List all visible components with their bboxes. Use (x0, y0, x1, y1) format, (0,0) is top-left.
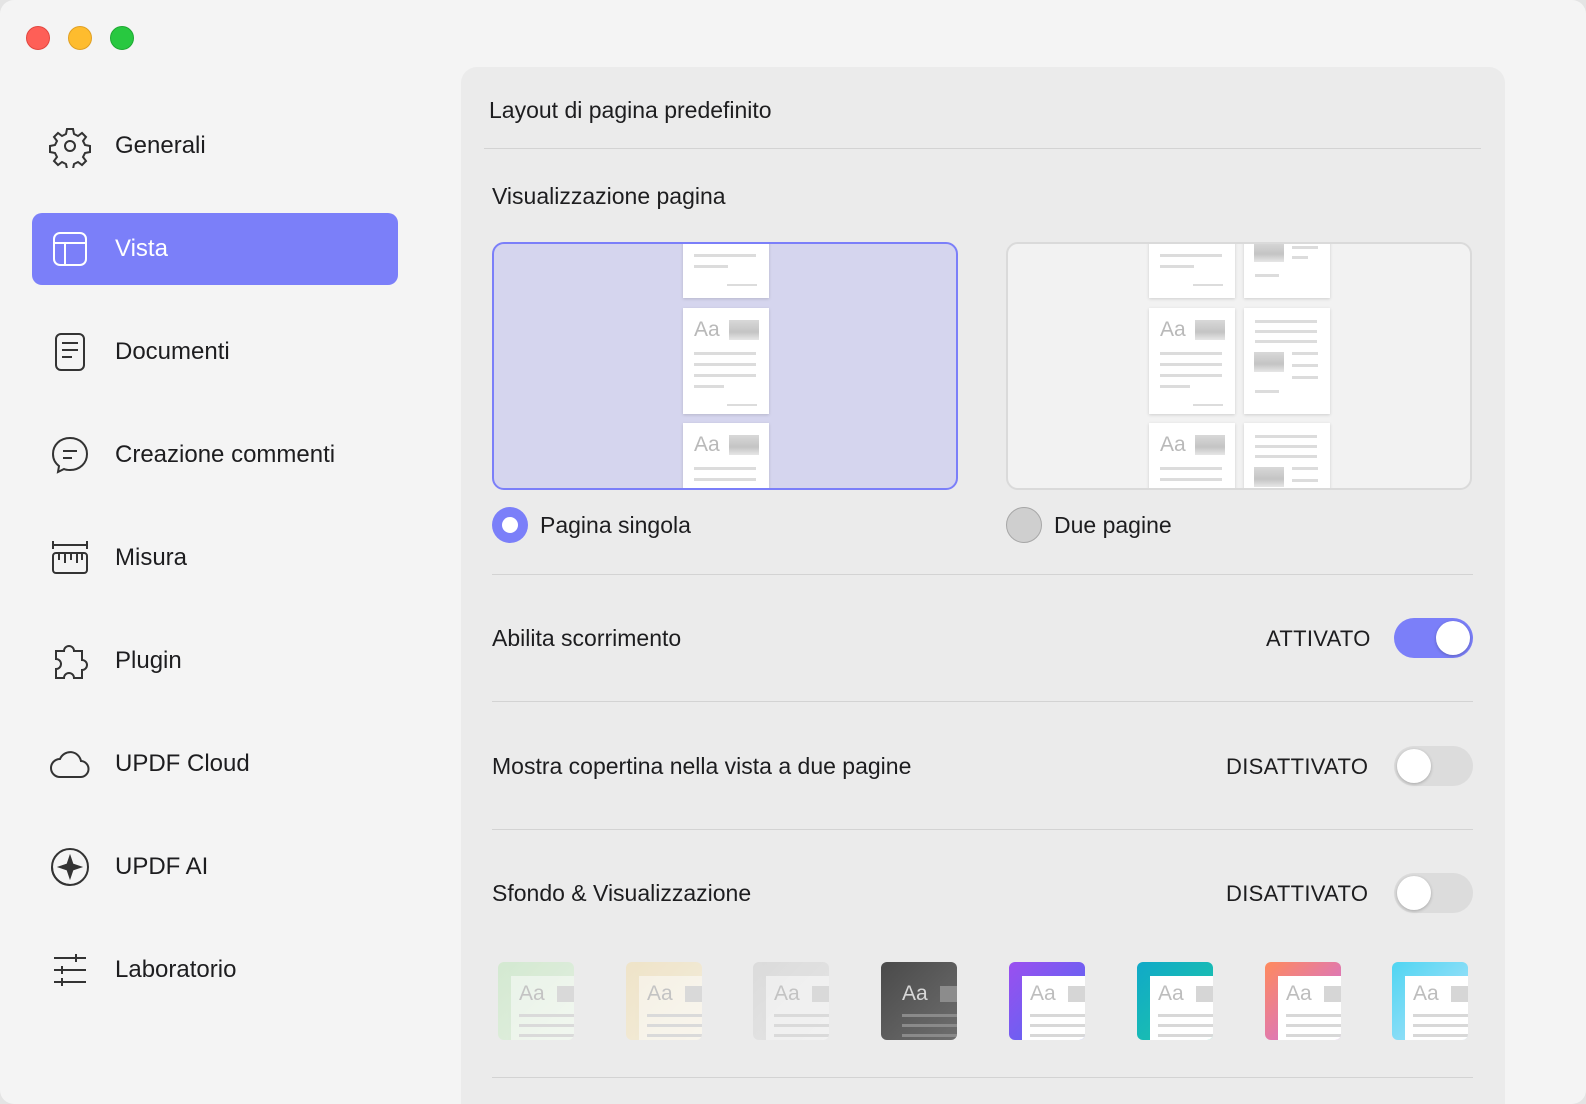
single-page-label: Pagina singola (540, 511, 691, 538)
sidebar-item-label: Generali (115, 132, 206, 159)
ruler-icon (48, 536, 92, 580)
preferences-window: Generali Vista Documenti Creazione comme… (0, 0, 1586, 1104)
background-toggle[interactable] (1394, 873, 1473, 913)
background-setting-label: Sfondo & Visualizzazione (492, 880, 752, 906)
divider (492, 829, 1473, 830)
divider (492, 574, 1473, 575)
page-thumbnail (1244, 308, 1330, 414)
layout-icon (48, 227, 92, 271)
sidebar-item-misura[interactable]: Misura (32, 522, 398, 594)
page-thumbnail (1244, 244, 1330, 298)
sidebar-item-label: Vista (115, 235, 168, 262)
comment-icon (48, 433, 92, 477)
single-page-option[interactable]: Pagina singola (492, 507, 691, 543)
two-pages-label: Due pagine (1054, 511, 1172, 538)
theme-swatch-light-gray[interactable]: Aa (753, 962, 829, 1040)
theme-swatch-teal[interactable]: Aa (1137, 962, 1213, 1040)
theme-swatch-purple-blue[interactable]: Aa (1009, 962, 1085, 1040)
cover-setting-label: Mostra copertina nella vista a due pagin… (492, 753, 912, 779)
panel-title: Layout di pagina predefinito (489, 97, 772, 123)
two-pages-option[interactable]: Due pagine (1006, 507, 1172, 543)
sidebar-item-updf-ai[interactable]: UPDF AI (32, 831, 398, 903)
sidebar-item-label: Documenti (115, 338, 230, 365)
window-controls (26, 26, 134, 50)
scroll-toggle[interactable] (1394, 618, 1473, 658)
sidebar-item-label: Creazione commenti (115, 441, 336, 468)
theme-swatch-sky[interactable]: Aa (1392, 962, 1468, 1040)
single-page-radio[interactable] (492, 507, 528, 543)
scroll-setting-label: Abilita scorrimento (492, 625, 682, 651)
divider (492, 1077, 1473, 1078)
page-thumbnail: Aa (683, 423, 769, 488)
cover-toggle[interactable] (1394, 746, 1473, 786)
document-icon (48, 330, 92, 374)
puzzle-icon (48, 639, 92, 683)
sidebar-item-label: Plugin (115, 647, 182, 674)
sidebar-item-plugin[interactable]: Plugin (32, 625, 398, 697)
sidebar-item-label: Misura (115, 544, 188, 571)
page-thumbnail (1244, 423, 1330, 488)
cloud-icon (48, 742, 92, 786)
page-thumbnail: Aa (683, 308, 769, 414)
divider (484, 148, 1481, 149)
scroll-status: ATTIVATO (1266, 626, 1371, 651)
sidebar-item-label: UPDF AI (115, 853, 209, 880)
minimize-window-button[interactable] (68, 26, 92, 50)
theme-swatch-dark[interactable]: Aa (881, 962, 957, 1040)
sidebar-item-generali[interactable]: Generali (32, 110, 398, 182)
gear-icon (48, 124, 92, 170)
sidebar-item-label: UPDF Cloud (115, 750, 250, 777)
sidebar-item-label: Laboratorio (115, 956, 237, 983)
sliders-icon (48, 948, 92, 992)
page-thumbnail: Aa (1149, 423, 1235, 488)
divider (492, 701, 1473, 702)
sidebar-item-laboratorio[interactable]: Laboratorio (32, 934, 398, 1006)
close-window-button[interactable] (26, 26, 50, 50)
sidebar-item-updf-cloud[interactable]: UPDF Cloud (32, 728, 398, 800)
page-view-label: Visualizzazione pagina (492, 183, 726, 209)
settings-panel: Layout di pagina predefinito Visualizzaz… (461, 67, 1505, 1104)
two-pages-radio[interactable] (1006, 507, 1042, 543)
sidebar-item-documenti[interactable]: Documenti (32, 316, 398, 388)
page-thumbnail (1149, 244, 1235, 298)
single-page-preview[interactable]: Aa Aa (492, 242, 958, 490)
sidebar-item-vista[interactable]: Vista (32, 213, 398, 285)
maximize-window-button[interactable] (110, 26, 134, 50)
theme-swatch-green[interactable]: Aa (498, 962, 574, 1040)
background-status: DISATTIVATO (1226, 881, 1369, 906)
theme-swatch-beige[interactable]: Aa (626, 962, 702, 1040)
ai-icon (48, 845, 92, 889)
theme-swatch-sunset[interactable]: Aa (1265, 962, 1341, 1040)
sidebar-item-creazione-commenti[interactable]: Creazione commenti (32, 419, 398, 491)
page-thumbnail (683, 244, 769, 298)
page-thumbnail: Aa (1149, 308, 1235, 414)
cover-status: DISATTIVATO (1226, 754, 1369, 779)
two-pages-preview[interactable]: Aa Aa (1006, 242, 1472, 490)
